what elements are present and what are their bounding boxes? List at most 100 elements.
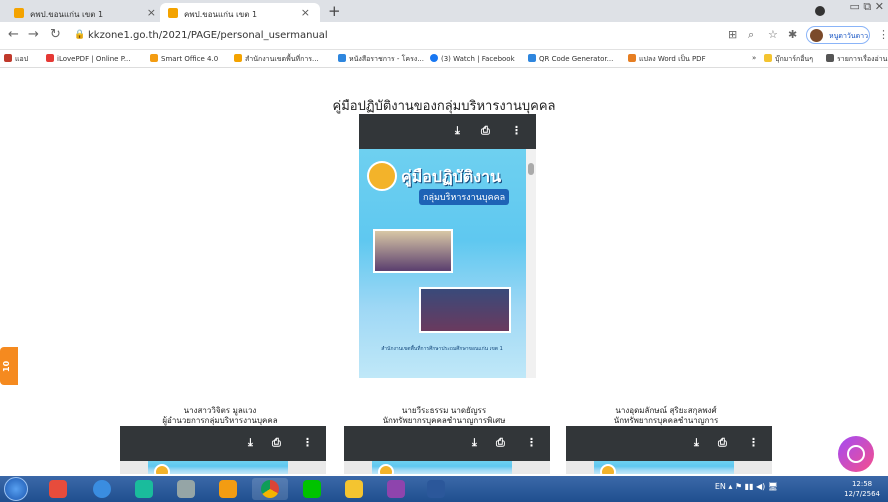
obec-logo-icon	[378, 464, 394, 474]
card-3-role: นักทรัพยากรบุคคลชำนาญการ	[613, 416, 719, 425]
clock-date: 12/7/2564	[844, 490, 880, 498]
taskbar-app-3[interactable]	[126, 478, 162, 500]
menu-dots-icon[interactable]: ⋮	[878, 28, 888, 41]
folder-icon	[764, 54, 772, 62]
taskbar-explorer[interactable]	[336, 478, 372, 500]
print-icon[interactable]: ⎙	[272, 436, 281, 450]
doc-icon	[338, 54, 346, 62]
close-tab-icon[interactable]: ×	[301, 6, 310, 19]
taskbar-app-1[interactable]	[40, 478, 76, 500]
star-icon[interactable]: ☆	[768, 28, 778, 41]
address-bar-row: ← → ↻ 🔒 kkzone1.go.th/2021/PAGE/personal…	[0, 22, 888, 50]
bookmarks-more-icon[interactable]: »	[752, 54, 756, 62]
bookmark-doc[interactable]: หนังสือราชการ - โครง...	[338, 54, 424, 65]
start-button[interactable]	[4, 477, 28, 501]
download-icon[interactable]: ⤓	[472, 436, 477, 450]
back-arrow-icon[interactable]: ←	[8, 27, 19, 42]
tab-strip: คพป.ขอนแก่น เขต 1 × คพป.ขอนแก่น เขต 1 × …	[0, 0, 888, 22]
more-icon[interactable]: ⋮	[302, 436, 313, 449]
tab-2-label: คพป.ขอนแก่น เขต 1	[184, 10, 258, 19]
more-icon[interactable]: ⋮	[526, 436, 537, 449]
bookmark-reading-list[interactable]: รายการเรื่องอ่าน	[826, 54, 887, 65]
card-2-caption: นายวีระธรรม นาดยัญรร นักทรัพยากรบุคคลชำน…	[344, 406, 544, 426]
pdf-viewer-card-2[interactable]: ⤓ ⎙ ⋮	[344, 426, 550, 474]
app-icon	[49, 480, 67, 498]
taskbar-app-4[interactable]	[168, 478, 204, 500]
taskbar-chrome[interactable]	[252, 478, 288, 500]
tab-1-label: คพป.ขอนแก่น เขต 1	[30, 10, 104, 19]
bookmark-obec[interactable]: สำนักงานเขตพื้นที่การ...	[234, 54, 319, 65]
bookmark-facebook[interactable]: (3) Watch | Facebook	[430, 54, 515, 63]
zoom-icon[interactable]: ⌕	[748, 28, 754, 42]
record-icon[interactable]	[815, 6, 825, 16]
bookmark-qr[interactable]: QR Code Generator...	[528, 54, 613, 63]
download-icon[interactable]: ⤓	[248, 436, 253, 450]
card-1-role: ผู้อำนวยการกลุ่มบริหารงานบุคคล	[162, 416, 278, 425]
tab-2[interactable]: คพป.ขอนแก่น เขต 1 ×	[160, 3, 320, 22]
bookmark-other[interactable]: บุ๊กมาร์กอื่นๆ	[764, 54, 813, 65]
obec-favicon-icon	[168, 8, 178, 18]
bookmark-apps[interactable]: แอป	[4, 54, 28, 65]
page-title: คู่มือปฏิบัติงานของกลุ่มบริหารงานบุคคล	[332, 99, 556, 114]
taskbar-media[interactable]	[210, 478, 246, 500]
pdf-toolbar: ⤓ ⎙ ⋮	[566, 426, 772, 461]
heart-icon	[46, 54, 54, 62]
cover-title: คู่มือปฏิบัติงาน	[401, 167, 502, 186]
download-icon[interactable]: ⤓	[455, 124, 460, 138]
close-tab-icon[interactable]: ×	[147, 6, 156, 19]
side-badge[interactable]: 10	[0, 347, 18, 385]
obec-favicon-icon	[14, 8, 24, 18]
avatar	[810, 29, 823, 42]
taskbar-word[interactable]	[418, 478, 454, 500]
apps-icon	[4, 54, 12, 62]
bookmarks-bar: แอป iLovePDF | Online P... Smart Office …	[0, 50, 888, 68]
print-icon[interactable]: ⎙	[481, 124, 490, 138]
extensions-icon[interactable]: ✱	[788, 28, 797, 41]
bookmark-word-pdf[interactable]: แปลง Word เป็น PDF	[628, 54, 706, 65]
profile-button[interactable]: หนูดาวันดาว	[806, 26, 870, 44]
url-field[interactable]: 🔒 kkzone1.go.th/2021/PAGE/personal_userm…	[70, 26, 690, 46]
chrome-icon	[261, 480, 279, 498]
print-icon[interactable]: ⎙	[718, 436, 727, 450]
window-controls[interactable]: ▭ ⧉ ✕	[850, 0, 884, 14]
cover-subtitle: กลุ่มบริหารงานบุคคล	[419, 189, 510, 205]
cover-footer: สำนักงานเขตพื้นที่การศึกษาประถมศึกษาขอนแ…	[381, 346, 503, 352]
group-photo-2	[419, 287, 511, 333]
card-2-cover	[372, 461, 512, 474]
pdf-viewer-card-1[interactable]: ⤓ ⎙ ⋮	[120, 426, 326, 474]
print-icon[interactable]: ⎙	[496, 436, 505, 450]
more-icon[interactable]: ⋮	[748, 436, 759, 449]
tray-icons[interactable]: ▴ ⚑ ▮▮ ◀) 🖥	[728, 482, 778, 491]
bookmark-ilovepdf[interactable]: iLovePDF | Online P...	[46, 54, 131, 63]
download-icon[interactable]: ⤓	[694, 436, 699, 450]
line-icon	[303, 480, 321, 498]
convert-icon	[628, 54, 636, 62]
pdf-viewer-main[interactable]: ⤓ ⎙ ⋮ คู่มือปฏิบัติงาน กลุ่มบริหารงานบุค…	[359, 114, 536, 378]
tab-1[interactable]: คพป.ขอนแก่น เขต 1 ×	[6, 3, 166, 22]
clock[interactable]: 12:58 12/7/2564	[844, 479, 880, 499]
pdf-viewer-card-3[interactable]: ⤓ ⎙ ⋮	[566, 426, 772, 474]
page-content: คู่มือปฏิบัติงานของกลุ่มบริหารงานบุคคล ⤓…	[0, 68, 888, 474]
language-indicator[interactable]: EN	[715, 482, 726, 491]
qr-icon	[528, 54, 536, 62]
card-1-caption: นางสาววิจิตร มูลแวง ผู้อำนวยการกลุ่มบริห…	[120, 406, 320, 426]
taskbar-app-9[interactable]	[378, 478, 414, 500]
taskbar: EN ▴ ⚑ ▮▮ ◀) 🖥 12:58 12/7/2564	[0, 476, 888, 502]
manual-cover: คู่มือปฏิบัติงาน กลุ่มบริหารงานบุคคล สำน…	[359, 149, 526, 378]
more-icon[interactable]: ⋮	[511, 124, 522, 137]
media-icon	[219, 480, 237, 498]
reload-icon[interactable]: ↻	[50, 27, 61, 42]
messenger-chat-button[interactable]	[838, 436, 874, 472]
new-tab-button[interactable]: +	[328, 2, 341, 20]
translate-icon[interactable]: ⊞	[728, 28, 737, 41]
card-3-name: นางอุดมลักษณ์ สุริยะสกุลพงศ์	[615, 406, 717, 415]
reading-list-icon	[826, 54, 834, 62]
taskbar-line[interactable]	[294, 478, 330, 500]
forward-arrow-icon[interactable]: →	[28, 27, 39, 42]
card-3-caption: นางอุดมลักษณ์ สุริยะสกุลพงศ์ นักทรัพยากร…	[566, 406, 766, 426]
bookmark-smart-office[interactable]: Smart Office 4.0	[150, 54, 218, 63]
profile-label: หนูดาวันดาว	[829, 32, 868, 40]
pdf-scrollbar[interactable]	[526, 149, 536, 378]
taskbar-ie[interactable]	[84, 478, 120, 500]
card-2-name: นายวีระธรรม นาดยัญรร	[401, 406, 487, 415]
